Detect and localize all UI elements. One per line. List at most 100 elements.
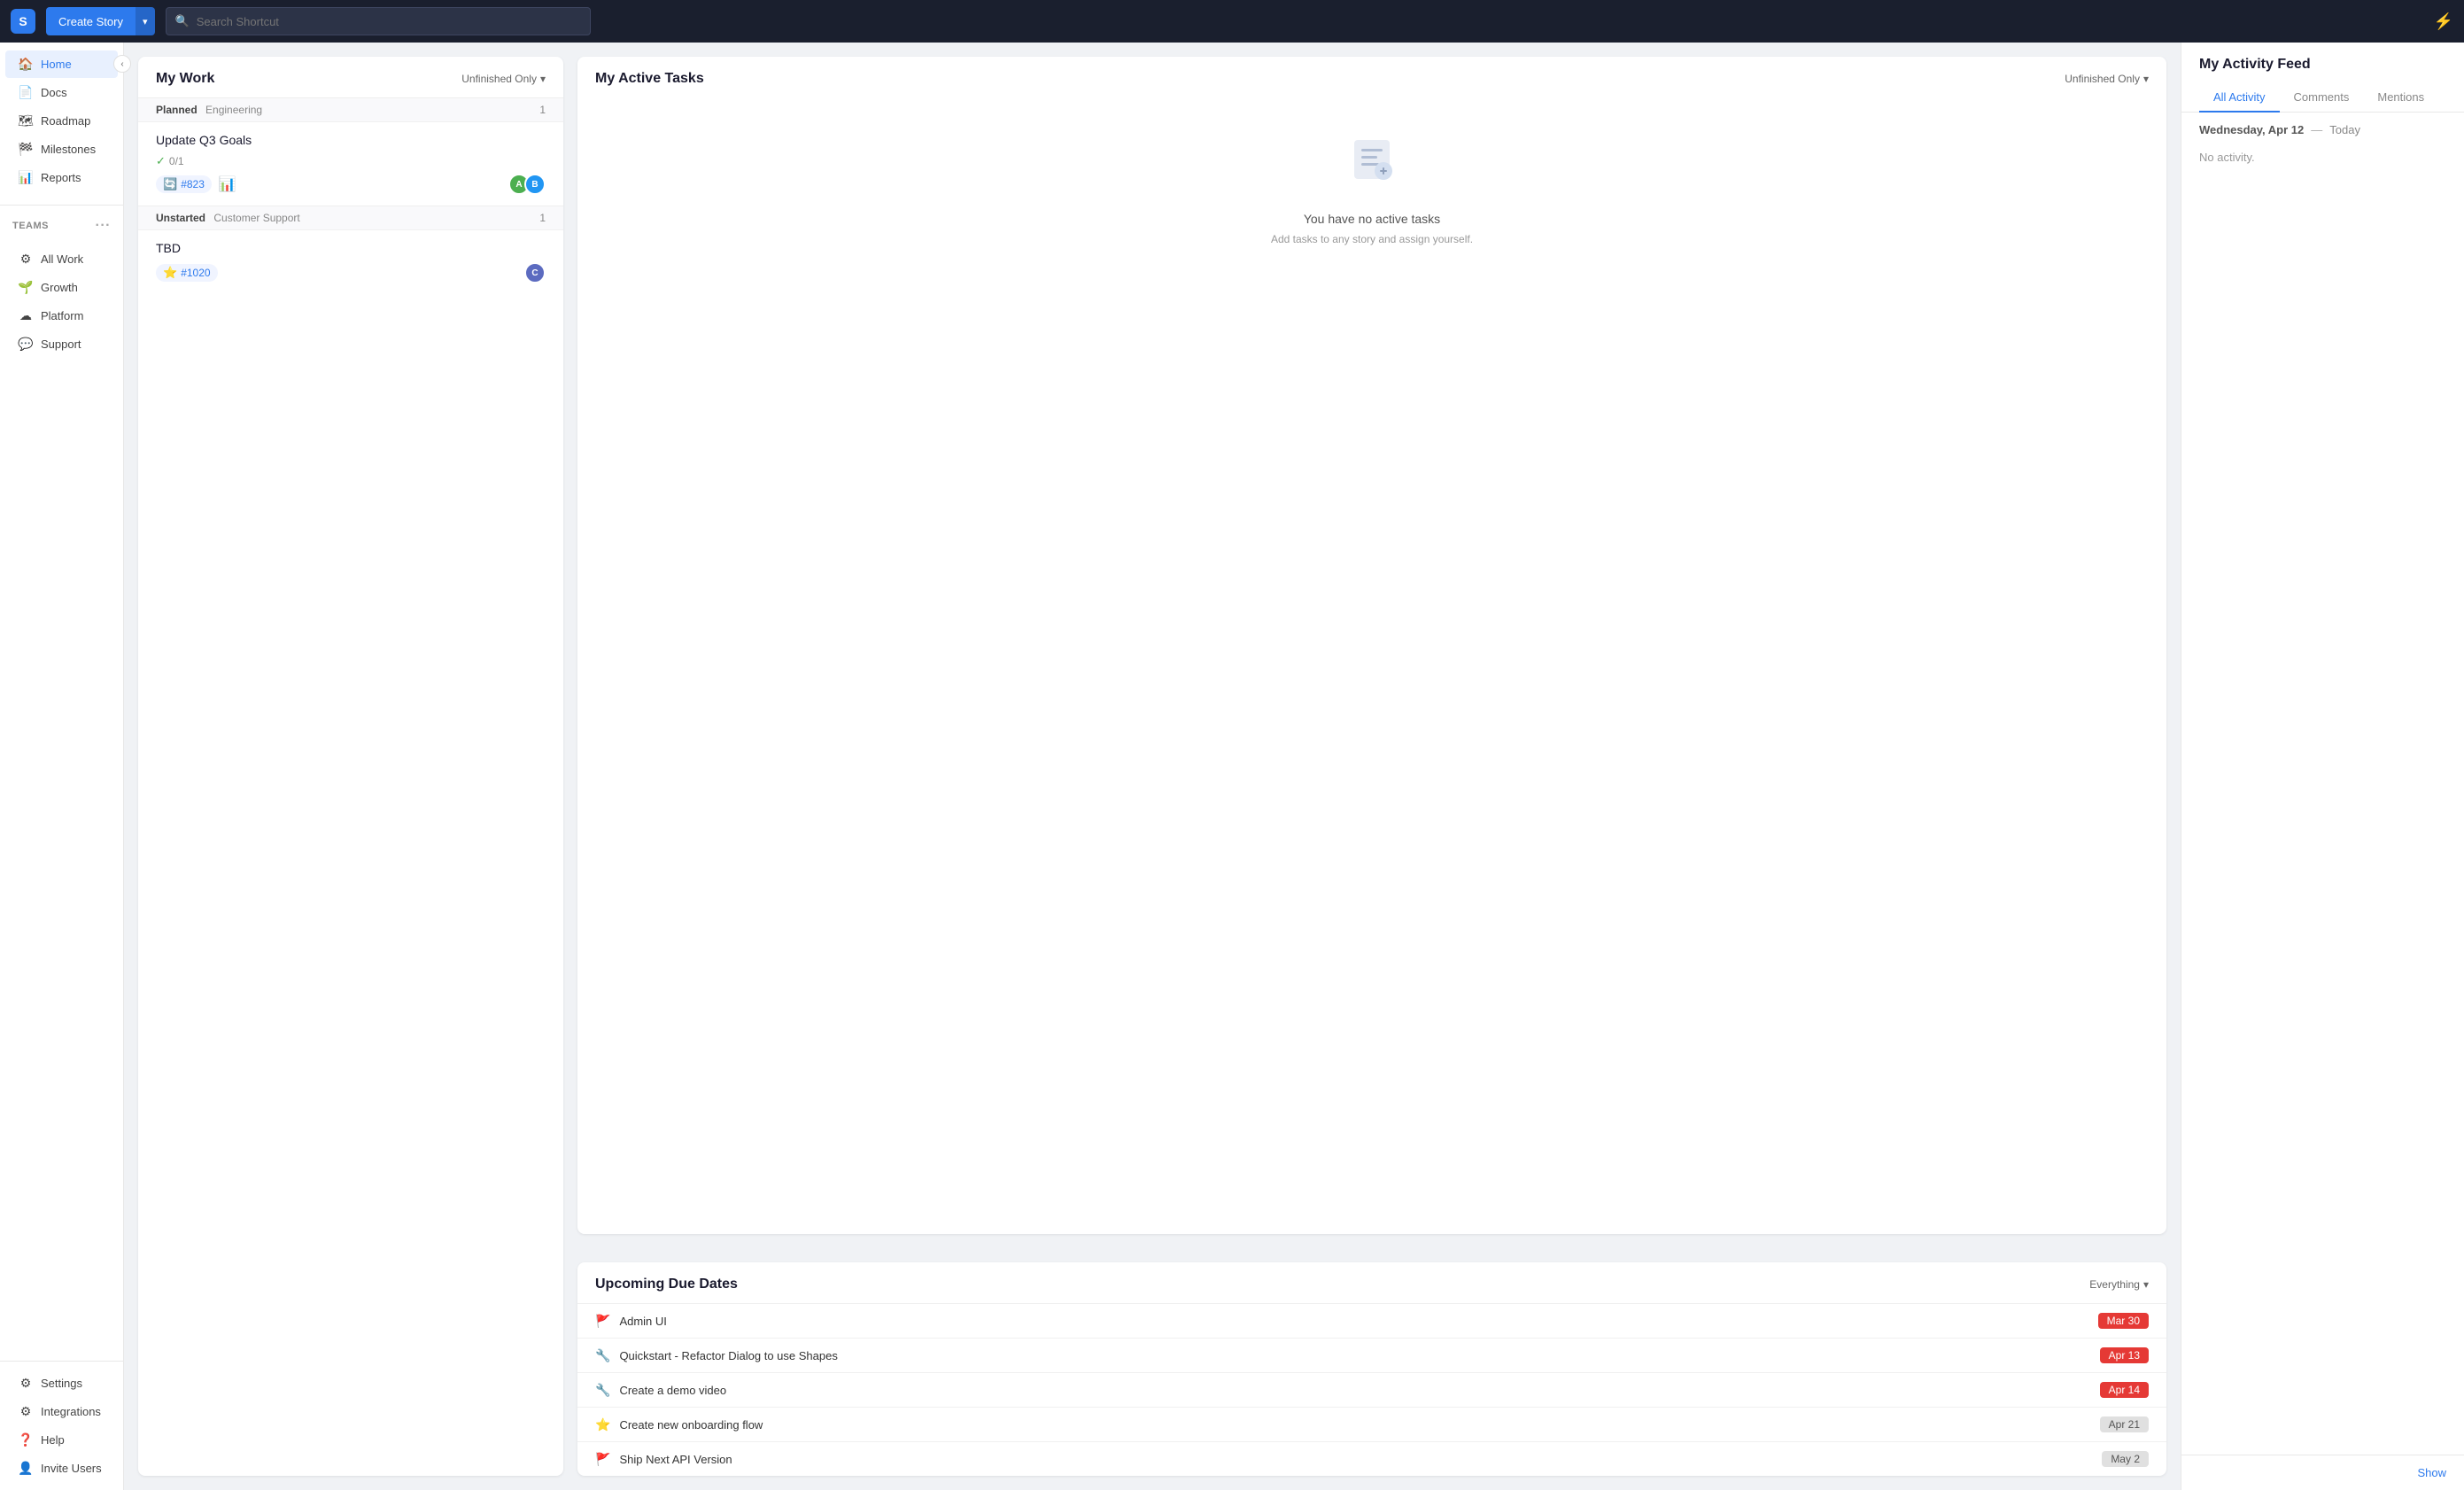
lightning-icon[interactable]: ⚡ [2434, 12, 2453, 31]
main-layout: 🏠 Home 📄 Docs 🗺 Roadmap 🏁 Milestones 📊 R… [0, 43, 2464, 1490]
settings-icon: ⚙ [18, 1376, 34, 1391]
search-icon: 🔍 [175, 14, 190, 28]
empty-tasks-icon [1345, 133, 1399, 198]
panels: My Work Unfinished Only ▾ Planned Engine… [124, 43, 2181, 1490]
active-tasks-header: My Active Tasks Unfinished Only ▾ [577, 57, 2166, 97]
sidebar-item-support-label: Support [41, 338, 81, 351]
sidebar-item-settings[interactable]: ⚙ Settings [5, 1370, 118, 1397]
activity-date-dash: — [2311, 123, 2322, 136]
tab-comments[interactable]: Comments [2280, 83, 2364, 113]
section-team-support: Customer Support [213, 212, 299, 224]
due-name-0: Admin UI [619, 1315, 2088, 1328]
section-planned: Planned Engineering 1 [138, 97, 563, 121]
sidebar-item-home-label: Home [41, 58, 72, 71]
due-name-2: Create a demo video [619, 1384, 2090, 1397]
growth-icon: 🌱 [18, 280, 34, 295]
avatar-3: C [524, 262, 546, 283]
sidebar-item-help[interactable]: ❓ Help [5, 1426, 118, 1454]
tab-all-activity[interactable]: All Activity [2199, 83, 2280, 113]
sidebar-item-invite[interactable]: 👤 Invite Users [5, 1455, 118, 1482]
activity-tabs: All Activity Comments Mentions [2199, 83, 2446, 112]
due-dates-filter-button[interactable]: Everything ▾ [2089, 1278, 2149, 1291]
due-badge-3: Apr 21 [2100, 1416, 2149, 1432]
home-icon: 🏠 [18, 57, 34, 72]
activity-empty-message: No activity. [2181, 144, 2464, 171]
search-input[interactable] [197, 15, 581, 28]
due-item-3[interactable]: ⭐ Create new onboarding flow Apr 21 [577, 1407, 2166, 1441]
invite-icon: 👤 [18, 1461, 34, 1476]
sidebar-item-growth[interactable]: 🌱 Growth [5, 274, 118, 301]
due-dates-title: Upcoming Due Dates [595, 1277, 738, 1292]
teams-label: Teams [12, 221, 49, 231]
support-icon: 💬 [18, 337, 34, 352]
my-work-filter-button[interactable]: Unfinished Only ▾ [461, 73, 546, 85]
activity-feed-header: My Activity Feed All Activity Comments M… [2181, 43, 2464, 113]
sidebar-item-allwork-label: All Work [41, 252, 83, 266]
story-meta-1: 🔄 #823 📊 A B [156, 174, 546, 195]
sidebar-item-allwork[interactable]: ⚙ All Work [5, 245, 118, 273]
due-item-2[interactable]: 🔧 Create a demo video Apr 14 [577, 1372, 2166, 1407]
sidebar-item-milestones[interactable]: 🏁 Milestones [5, 136, 118, 163]
integrations-icon: ⚙ [18, 1404, 34, 1419]
due-flag-3: ⭐ [595, 1417, 610, 1432]
due-dates-filter-chevron: ▾ [2143, 1278, 2149, 1291]
create-story-dropdown-button[interactable]: ▾ [136, 7, 155, 35]
sidebar-collapse-button[interactable]: ‹ [113, 55, 131, 73]
my-work-panel: My Work Unfinished Only ▾ Planned Engine… [138, 57, 563, 1476]
activity-feed-title: My Activity Feed [2199, 57, 2446, 73]
active-tasks-empty: You have no active tasks Add tasks to an… [577, 97, 2166, 281]
active-tasks-filter-chevron: ▾ [2143, 73, 2149, 85]
my-work-filter-chevron: ▾ [540, 73, 546, 85]
story-check-label: 0/1 [169, 155, 184, 167]
due-flag-0: 🚩 [595, 1314, 610, 1329]
due-item-0[interactable]: 🚩 Admin UI Mar 30 [577, 1303, 2166, 1338]
sidebar-item-settings-label: Settings [41, 1377, 82, 1390]
sidebar-item-reports-label: Reports [41, 171, 81, 184]
my-work-header: My Work Unfinished Only ▾ [138, 57, 563, 97]
sidebar-main-nav: 🏠 Home 📄 Docs 🗺 Roadmap 🏁 Milestones 📊 R… [0, 43, 123, 199]
topnav-right: ⚡ [2434, 12, 2453, 31]
sidebar-item-platform-label: Platform [41, 309, 83, 322]
sidebar-item-integrations[interactable]: ⚙ Integrations [5, 1398, 118, 1425]
sidebar-item-invite-label: Invite Users [41, 1462, 102, 1475]
sidebar-item-home[interactable]: 🏠 Home [5, 50, 118, 78]
sidebar-item-help-label: Help [41, 1433, 65, 1447]
sidebar-teams-nav: ⚙ All Work 🌱 Growth ☁ Platform 💬 Support [0, 237, 123, 366]
story-update-q3-title: Update Q3 Goals [156, 133, 546, 147]
sidebar-item-roadmap[interactable]: 🗺 Roadmap [5, 107, 118, 135]
due-badge-1: Apr 13 [2100, 1347, 2149, 1363]
content-area: My Work Unfinished Only ▾ Planned Engine… [124, 43, 2181, 1490]
my-work-title: My Work [156, 71, 214, 87]
active-tasks-title: My Active Tasks [595, 71, 704, 87]
sidebar-item-reports[interactable]: 📊 Reports [5, 164, 118, 191]
activity-feed-panel: My Activity Feed All Activity Comments M… [2181, 43, 2464, 1490]
sidebar-item-platform[interactable]: ☁ Platform [5, 302, 118, 330]
search-bar[interactable]: 🔍 [166, 7, 591, 35]
active-tasks-filter-button[interactable]: Unfinished Only ▾ [2065, 73, 2149, 85]
due-item-1[interactable]: 🔧 Quickstart - Refactor Dialog to use Sh… [577, 1338, 2166, 1372]
sidebar-divider-1 [0, 205, 123, 206]
story-tag-icon: 🔄 [163, 177, 177, 191]
teams-more-button[interactable]: ··· [96, 218, 111, 234]
story-tag-1020[interactable]: ⭐ #1020 [156, 264, 218, 282]
active-tasks-panel: My Active Tasks Unfinished Only ▾ [577, 57, 2166, 1234]
docs-icon: 📄 [18, 85, 34, 100]
due-dates-filter-label: Everything [2089, 1278, 2140, 1291]
due-flag-1: 🔧 [595, 1348, 610, 1363]
sidebar-item-docs[interactable]: 📄 Docs [5, 79, 118, 106]
section-planned-count: 1 [539, 104, 546, 116]
due-item-4[interactable]: 🚩 Ship Next API Version May 2 [577, 1441, 2166, 1476]
roadmap-icon: 🗺 [18, 113, 34, 128]
due-dates-header: Upcoming Due Dates Everything ▾ [577, 1262, 2166, 1303]
create-story-button[interactable]: Create Story [46, 7, 136, 35]
story-tag-823[interactable]: 🔄 #823 [156, 175, 212, 193]
section-team-engineering: Engineering [205, 104, 262, 116]
activity-show-more-button[interactable]: Show [2181, 1455, 2464, 1490]
story-check-meta: ✓ 0/1 [156, 154, 546, 168]
story-tag-label-2: #1020 [181, 267, 210, 279]
sidebar-item-growth-label: Growth [41, 281, 78, 294]
topnav: S Create Story ▾ 🔍 ⚡ [0, 0, 2464, 43]
tab-mentions[interactable]: Mentions [2363, 83, 2438, 113]
story-meta-2: ⭐ #1020 C [156, 262, 546, 283]
sidebar-item-support[interactable]: 💬 Support [5, 330, 118, 358]
